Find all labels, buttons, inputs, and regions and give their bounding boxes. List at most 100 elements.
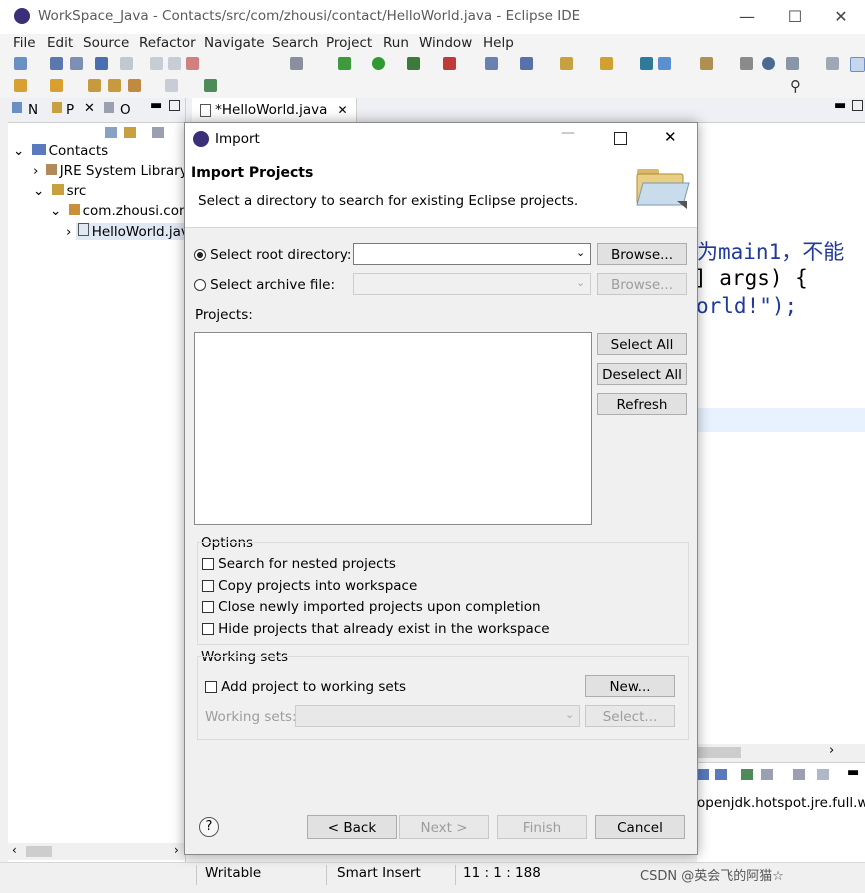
menu-run[interactable]: Run: [383, 35, 409, 51]
dialog-close-button[interactable]: ✕: [664, 128, 677, 146]
chevron-down-icon[interactable]: ⌄: [576, 276, 585, 289]
editor-tab-helloworld[interactable]: *HelloWorld.java ✕: [192, 98, 357, 122]
working-sets-combo[interactable]: ⌄: [295, 705, 580, 727]
editor-horizontal-scrollbar[interactable]: ›: [697, 743, 865, 762]
view-menu-icon[interactable]: [817, 769, 829, 780]
dialog-maximize-button[interactable]: [614, 132, 627, 145]
browse-root-button[interactable]: Browse...: [597, 243, 687, 265]
menu-file[interactable]: File: [13, 35, 36, 51]
menu-project[interactable]: Project: [326, 35, 372, 51]
chevron-down-icon[interactable]: ⌄: [13, 143, 24, 159]
menu-source[interactable]: Source: [83, 35, 129, 51]
forward-icon[interactable]: [165, 79, 178, 92]
search-icon[interactable]: ⚲: [790, 77, 801, 95]
archive-file-combo[interactable]: ⌄: [353, 273, 591, 295]
help-button[interactable]: ?: [199, 817, 219, 837]
tree-item-package[interactable]: ⌄ com.zhousi.conta: [50, 203, 201, 219]
tab-outline[interactable]: O: [120, 102, 131, 118]
option-copy-projects[interactable]: Copy projects into workspace: [202, 578, 417, 594]
close-button[interactable]: ✕: [818, 2, 864, 32]
pilcrow-icon[interactable]: [740, 57, 753, 70]
option-close-imported[interactable]: Close newly imported projects upon compl…: [202, 599, 541, 615]
new-console-icon[interactable]: [793, 769, 805, 780]
terminal-icon[interactable]: [95, 57, 108, 70]
cancel-button[interactable]: Cancel: [595, 815, 685, 839]
tab-navigator[interactable]: N: [28, 102, 38, 118]
minimize-view-icon[interactable]: ▬: [847, 765, 859, 780]
projects-list[interactable]: [194, 332, 592, 525]
menu-search[interactable]: Search: [272, 35, 318, 51]
pin-editor-icon[interactable]: [204, 79, 217, 92]
display-console-icon[interactable]: [741, 769, 753, 780]
tree-item-helloworld[interactable]: › HelloWorld.java: [66, 223, 200, 240]
add-to-working-sets[interactable]: Add project to working sets: [205, 679, 406, 695]
next-annotation-icon[interactable]: [14, 79, 27, 92]
select-working-set-button[interactable]: Select...: [585, 705, 675, 727]
chevron-down-icon[interactable]: ⌄: [50, 203, 61, 219]
new-working-set-button[interactable]: New...: [585, 675, 675, 697]
minimize-view-icon[interactable]: ▬: [150, 98, 162, 113]
minimize-view-icon[interactable]: ▬: [834, 98, 846, 113]
search-toolbar-icon[interactable]: [600, 57, 613, 70]
skip-breakpoints-icon[interactable]: [120, 57, 133, 70]
maximize-view-icon[interactable]: [852, 100, 863, 111]
close-icon[interactable]: ✕: [338, 103, 348, 117]
open-type-icon[interactable]: [290, 57, 303, 70]
link-editor-icon[interactable]: [124, 127, 136, 138]
debug-view-icon[interactable]: [786, 57, 799, 70]
scroll-right-icon[interactable]: ›: [174, 843, 179, 857]
back-button[interactable]: < Back: [307, 815, 397, 839]
maximize-view-icon[interactable]: [169, 100, 180, 111]
menu-refactor[interactable]: Refactor: [139, 35, 196, 51]
last-edit-icon[interactable]: [88, 79, 101, 92]
menu-navigate[interactable]: Navigate: [204, 35, 265, 51]
tree-item-src[interactable]: ⌄ src: [33, 183, 86, 199]
chevron-down-icon[interactable]: ⌄: [33, 183, 44, 199]
globe-icon[interactable]: [762, 57, 775, 70]
checkbox[interactable]: [202, 601, 214, 613]
run-icon[interactable]: [372, 57, 385, 70]
open-console-icon[interactable]: [761, 769, 773, 780]
scroll-thumb[interactable]: [26, 846, 52, 857]
save-icon[interactable]: [50, 57, 63, 70]
java-perspective-icon[interactable]: [850, 57, 865, 72]
new-icon[interactable]: [14, 57, 27, 70]
forward-edit-icon[interactable]: [108, 79, 121, 92]
prev-annotation-icon[interactable]: [50, 79, 63, 92]
chevron-down-icon[interactable]: ⌄: [565, 708, 574, 721]
scroll-thumb[interactable]: [697, 747, 741, 758]
perspective-icon[interactable]: [826, 57, 839, 70]
tree-item-jre[interactable]: › JRE System Library: [33, 163, 188, 179]
collapse-all-icon[interactable]: [105, 127, 117, 138]
coverage-icon[interactable]: [407, 57, 420, 70]
browse-archive-button[interactable]: Browse...: [597, 273, 687, 295]
tab-package-explorer[interactable]: P: [66, 102, 74, 118]
pin-icon[interactable]: [640, 57, 653, 70]
suspend-icon[interactable]: [168, 57, 181, 70]
scroll-left-icon[interactable]: ‹: [12, 843, 17, 857]
close-icon[interactable]: ✕: [84, 101, 95, 116]
menu-help[interactable]: Help: [483, 35, 514, 51]
option-search-nested[interactable]: Search for nested projects: [202, 556, 396, 572]
pin-console-icon[interactable]: [715, 769, 727, 780]
finish-button[interactable]: Finish: [497, 815, 587, 839]
console-icon[interactable]: [697, 769, 709, 780]
new-class-icon[interactable]: [520, 57, 533, 70]
scroll-right-icon[interactable]: ›: [829, 743, 834, 758]
next-button[interactable]: Next >: [399, 815, 489, 839]
open-folder-icon[interactable]: [560, 57, 573, 70]
minimize-button[interactable]: —: [724, 2, 770, 32]
highlight-icon[interactable]: [658, 57, 671, 70]
option-hide-existing[interactable]: Hide projects that already exist in the …: [202, 621, 550, 637]
menu-window[interactable]: Window: [419, 35, 472, 51]
left-horizontal-scrollbar[interactable]: ‹ ›: [8, 843, 185, 860]
root-directory-combo[interactable]: ⌄: [353, 243, 591, 265]
tree-item-contacts[interactable]: ⌄ Contacts: [13, 143, 108, 159]
terminate-icon[interactable]: [186, 57, 199, 70]
resume-icon[interactable]: [150, 57, 163, 70]
checkbox[interactable]: [205, 681, 217, 693]
dialog-minimize-button[interactable]: —: [561, 125, 575, 141]
checkbox[interactable]: [202, 558, 214, 570]
deselect-all-button[interactable]: Deselect All: [597, 363, 687, 385]
root-directory-radio[interactable]: Select root directory:: [194, 247, 351, 263]
